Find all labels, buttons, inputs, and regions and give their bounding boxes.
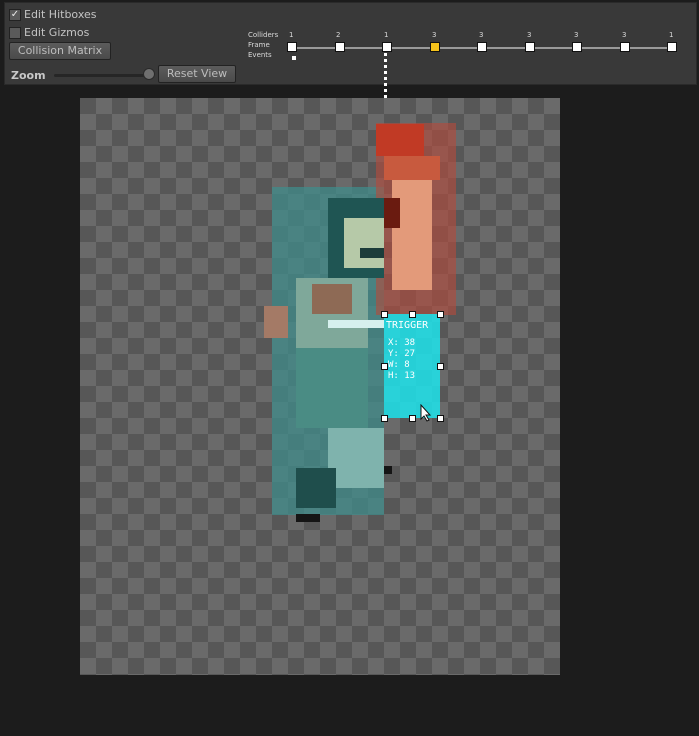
hitbox-toolbar: ✓ Edit Hitboxes Edit Gizmos Collision Ma… <box>4 2 697 85</box>
leg-shape <box>328 428 384 488</box>
frame-key[interactable] <box>667 42 677 52</box>
checkbox-checked-icon[interactable]: ✓ <box>9 8 21 21</box>
trigger-w: W: 8 <box>388 360 410 370</box>
resize-handle-bottom-right[interactable] <box>437 415 444 422</box>
boot-shape <box>296 468 336 508</box>
resize-handle-top-left[interactable] <box>381 311 388 318</box>
timeline-row-labels: Colliders Frame Events <box>248 30 278 60</box>
waist-shape <box>296 348 368 428</box>
resize-handle-left[interactable] <box>381 363 388 370</box>
trigger-x: X: 38 <box>388 338 416 348</box>
reset-view-button[interactable]: Reset View <box>158 65 236 83</box>
timeline-playhead[interactable] <box>384 53 387 98</box>
edit-hitboxes-label: Edit Hitboxes <box>24 8 97 21</box>
face-shape <box>344 218 384 268</box>
collider-count: 1 <box>289 31 294 39</box>
frame-key[interactable] <box>477 42 487 52</box>
collider-count: 3 <box>527 31 532 39</box>
frame-key[interactable] <box>287 42 297 52</box>
resize-handle-bottom-left[interactable] <box>381 415 388 422</box>
edit-hitboxes-toggle[interactable]: ✓ Edit Hitboxes <box>9 8 96 21</box>
trigger-info: X: 38 Y: 27 W: 8 H: 13 <box>388 338 415 382</box>
collision-matrix-button[interactable]: Collision Matrix <box>9 42 111 60</box>
glove-shape <box>376 124 424 156</box>
checkbox-unchecked-icon[interactable] <box>9 26 21 39</box>
shadow-shape <box>296 514 320 522</box>
arrow-cursor-icon <box>420 404 432 422</box>
fighter-sprite <box>264 123 456 522</box>
event-marker[interactable] <box>292 56 296 60</box>
resize-handle-bottom[interactable] <box>409 415 416 422</box>
chest-shape <box>312 284 352 314</box>
collider-count: 1 <box>384 31 389 39</box>
colliders-row-label: Colliders <box>248 31 279 39</box>
zoom-slider[interactable] <box>54 74 154 77</box>
stripe-shape <box>328 320 384 328</box>
shadow-shape <box>384 466 392 474</box>
edit-gizmos-label: Edit Gizmos <box>24 26 90 39</box>
frame-row-label: Frame <box>248 41 270 49</box>
collider-count: 3 <box>479 31 484 39</box>
zoom-label: Zoom <box>11 69 46 82</box>
collider-count: 3 <box>574 31 579 39</box>
resize-handle-top[interactable] <box>409 311 416 318</box>
resize-handle-top-right[interactable] <box>437 311 444 318</box>
sprite-canvas[interactable]: TRIGGER X: 38 Y: 27 W: 8 H: 13 <box>80 98 560 675</box>
resize-handle-right[interactable] <box>437 363 444 370</box>
trigger-label: TRIGGER <box>386 320 429 331</box>
glove-cuff-shape <box>384 156 440 180</box>
events-row-label: Events <box>248 51 272 59</box>
frame-key[interactable] <box>620 42 630 52</box>
collider-count: 1 <box>669 31 674 39</box>
collider-count: 3 <box>622 31 627 39</box>
collider-count: 2 <box>336 31 341 39</box>
trigger-y: Y: 27 <box>388 349 416 359</box>
zoom-slider-handle[interactable] <box>143 68 155 80</box>
frame-key[interactable] <box>525 42 535 52</box>
frame-key[interactable] <box>382 42 392 52</box>
frame-key[interactable] <box>335 42 345 52</box>
mustache-shape <box>360 248 384 258</box>
hand-shape <box>264 306 288 338</box>
collider-count: 3 <box>432 31 437 39</box>
arm-shape <box>392 180 432 290</box>
frame-key-selected[interactable] <box>430 42 440 52</box>
trigger-h: H: 13 <box>388 371 416 381</box>
frame-key[interactable] <box>572 42 582 52</box>
edit-gizmos-toggle[interactable]: Edit Gizmos <box>9 26 89 39</box>
